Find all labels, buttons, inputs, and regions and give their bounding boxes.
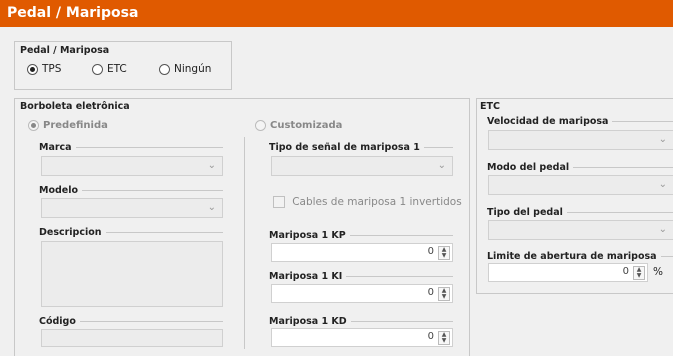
- column-divider: [244, 137, 245, 349]
- cables-invertidos-checkbox[interactable]: Cables de mariposa 1 invertidos: [273, 196, 462, 208]
- radio-tps-label: TPS: [42, 63, 62, 75]
- cables-checkbox-label: Cables de mariposa 1 invertidos: [292, 196, 462, 208]
- radio-predefinida[interactable]: Predefinida: [28, 120, 108, 132]
- kp-value: 0: [427, 246, 434, 257]
- limite-value: 0: [622, 266, 629, 277]
- kd-value: 0: [427, 331, 434, 342]
- limite-label: Limite de abertura de mariposa: [487, 251, 673, 262]
- modo-label-line: [573, 167, 673, 168]
- limite-spinbox[interactable]: 0 ▲ ▼: [488, 263, 648, 282]
- limite-spin-arrows-icon[interactable]: ▲ ▼: [633, 266, 645, 280]
- tipo-pedal-label-line: [566, 212, 673, 213]
- tipo-senal-label: Tipo de señal de mariposa 1: [269, 142, 453, 153]
- radio-etc-label: ETC: [107, 63, 127, 75]
- radio-predefinida-label: Predefinida: [43, 120, 108, 131]
- tipo-senal-label-text: Tipo de señal de mariposa 1: [269, 142, 420, 153]
- pedal-group: Pedal / Mariposa TPS ETC Ningún: [14, 41, 232, 90]
- ki-spinbox[interactable]: 0 ▲ ▼: [271, 284, 453, 303]
- radio-tps-indicator[interactable]: [27, 63, 38, 75]
- modo-combo[interactable]: ⌄: [488, 175, 673, 195]
- modelo-label-text: Modelo: [39, 185, 79, 196]
- window-title: Pedal / Mariposa: [0, 0, 673, 27]
- chevron-down-icon: ⌄: [207, 160, 216, 171]
- kp-label-line: [349, 235, 453, 236]
- kp-label-text: Mariposa 1 KP: [269, 230, 346, 241]
- modelo-label-line: [82, 190, 223, 191]
- tipo-pedal-label: Tipo del pedal: [487, 207, 673, 218]
- kd-spin-arrows-icon[interactable]: ▲ ▼: [438, 331, 450, 345]
- chevron-down-icon: ⌄: [207, 202, 216, 213]
- radio-customizada-indicator[interactable]: [255, 120, 266, 131]
- radio-tps[interactable]: TPS: [27, 63, 61, 75]
- modo-label: Modo del pedal: [487, 162, 673, 173]
- modelo-label: Modelo: [39, 185, 223, 196]
- limite-label-text: Limite de abertura de mariposa: [487, 251, 657, 262]
- codigo-label: Código: [39, 316, 223, 327]
- radio-ningun-indicator[interactable]: [159, 63, 170, 75]
- tipo-pedal-label-text: Tipo del pedal: [487, 207, 563, 218]
- ki-label: Mariposa 1 KI: [269, 271, 453, 282]
- codigo-label-text: Código: [39, 316, 76, 327]
- chevron-down-icon: ⌄: [658, 224, 667, 235]
- tipo-senal-combo[interactable]: ⌄: [271, 156, 453, 176]
- radio-ningun[interactable]: Ningún: [159, 63, 211, 75]
- kd-spinbox[interactable]: 0 ▲ ▼: [271, 328, 453, 347]
- modelo-combo[interactable]: ⌄: [41, 198, 223, 218]
- limite-unit: %: [653, 266, 663, 278]
- kp-spin-arrows-icon[interactable]: ▲ ▼: [438, 246, 450, 260]
- marca-label-line: [75, 147, 223, 148]
- codigo-field[interactable]: [41, 329, 223, 347]
- codigo-label-line: [79, 321, 223, 322]
- ki-spin-arrows-icon[interactable]: ▲ ▼: [438, 287, 450, 301]
- radio-predefinida-indicator[interactable]: [28, 120, 39, 131]
- kd-label: Mariposa 1 KD: [269, 316, 453, 327]
- radio-etc-indicator[interactable]: [92, 63, 103, 75]
- modo-label-text: Modo del pedal: [487, 162, 570, 173]
- descripcion-label: Descripcion: [39, 227, 223, 238]
- kp-spinbox[interactable]: 0 ▲ ▼: [271, 243, 453, 262]
- etc-group: ETC Velocidad de mariposa ⌄ Modo del ped…: [476, 98, 673, 294]
- tipo-pedal-combo[interactable]: ⌄: [488, 220, 673, 240]
- descripcion-textarea[interactable]: [41, 241, 223, 307]
- ki-label-text: Mariposa 1 KI: [269, 271, 343, 282]
- etc-group-title: ETC: [480, 101, 500, 112]
- kp-label: Mariposa 1 KP: [269, 230, 453, 241]
- radio-ningun-label: Ningún: [174, 63, 212, 75]
- chevron-down-icon: ⌄: [437, 160, 446, 171]
- borboleta-group-title: Borboleta eletrônica: [20, 101, 130, 112]
- radio-customizada-label: Customizada: [270, 120, 343, 131]
- ki-value: 0: [427, 287, 434, 298]
- marca-label-text: Marca: [39, 142, 72, 153]
- chevron-down-icon: ⌄: [658, 134, 667, 145]
- kd-label-line: [350, 321, 453, 322]
- kd-label-text: Mariposa 1 KD: [269, 316, 347, 327]
- velocidad-label-line: [612, 121, 673, 122]
- radio-customizada[interactable]: Customizada: [255, 120, 342, 132]
- descripcion-label-text: Descripcion: [39, 227, 102, 238]
- radio-etc[interactable]: ETC: [92, 63, 127, 75]
- chevron-down-icon: ⌄: [658, 179, 667, 190]
- velocidad-label: Velocidad de mariposa: [487, 116, 673, 127]
- limite-label-line: [660, 256, 673, 257]
- borboleta-group: Borboleta eletrônica Predefinida Customi…: [14, 98, 470, 356]
- marca-label: Marca: [39, 142, 223, 153]
- velocidad-combo[interactable]: ⌄: [488, 130, 673, 150]
- tipo-senal-label-line: [423, 147, 453, 148]
- marca-combo[interactable]: ⌄: [41, 156, 223, 176]
- pedal-group-title: Pedal / Mariposa: [20, 45, 110, 56]
- cables-checkbox-box[interactable]: [273, 196, 285, 208]
- ki-label-line: [346, 276, 453, 277]
- velocidad-label-text: Velocidad de mariposa: [487, 116, 609, 127]
- descripcion-label-line: [105, 232, 223, 233]
